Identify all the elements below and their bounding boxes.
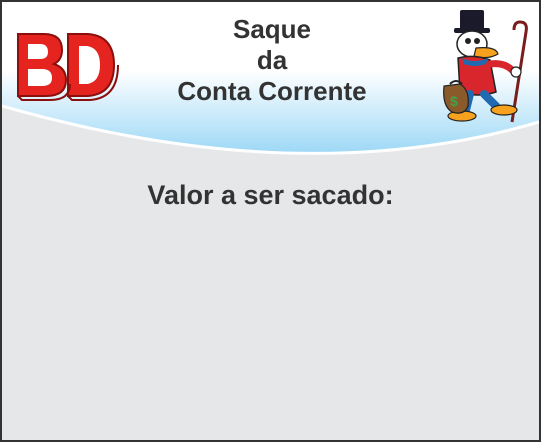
bd-logo (17, 33, 119, 101)
duck-mascot-icon: $ (443, 10, 528, 123)
atm-screen: Saque da Conta Corrente $ Valor a ser sa… (0, 0, 541, 442)
withdraw-amount-prompt: Valor a ser sacado: (147, 180, 394, 210)
title-line-3: Conta Corrente (177, 76, 367, 106)
title-line-1: Saque (232, 14, 312, 44)
screen-title: Saque da Conta Corrente (142, 14, 402, 107)
svg-text:$: $ (450, 93, 458, 109)
title-line-2: da (256, 45, 288, 75)
